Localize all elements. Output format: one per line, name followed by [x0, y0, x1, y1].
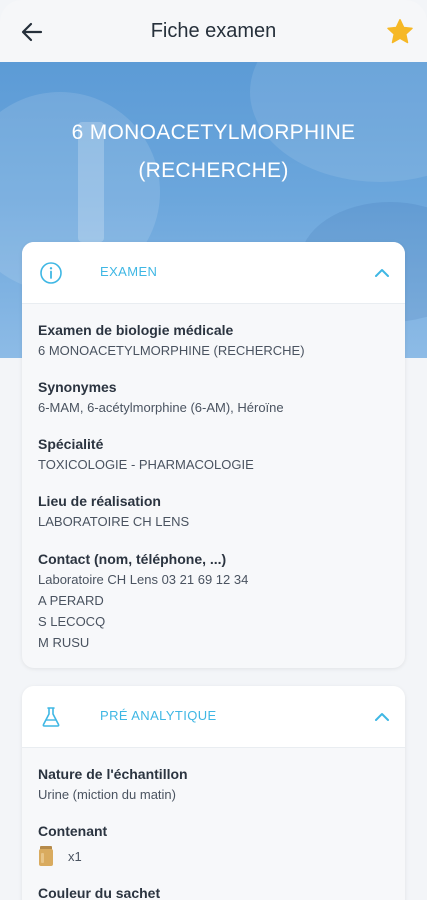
favorite-button[interactable]	[383, 15, 417, 49]
page-title: Fiche examen	[150, 19, 277, 42]
field-value: Laboratoire CH Lens 03 21 69 12 34	[38, 572, 249, 587]
pre-analytique-section-title: PRÉ ANALYTIQUE	[100, 708, 217, 723]
field-examen-biologie: Examen de biologie médicale 6 MONOACETYL…	[38, 322, 305, 361]
contenant-row: x1	[38, 845, 107, 867]
field-value: S LECOCQ	[38, 614, 106, 629]
field-nature: Nature de l'échantillon Urine (miction d…	[38, 766, 188, 805]
pre-analytique-card-header[interactable]: PRÉ ANALYTIQUE	[22, 686, 405, 748]
flask-icon	[42, 707, 60, 727]
field-label: Contact (nom, téléphone, ...)	[38, 551, 227, 567]
exam-title: 6 MONOACETYLMORPHINE (RECHERCHE)	[0, 114, 427, 190]
star-icon	[387, 19, 413, 44]
examen-card: EXAMEN Examen de biologie médicale 6 MON…	[22, 242, 405, 668]
field-label: Couleur du sachet	[38, 885, 161, 900]
field-label: Synonymes	[38, 379, 117, 395]
field-value: LABORATOIRE CH LENS	[38, 514, 190, 529]
field-label: Spécialité	[38, 436, 104, 452]
info-icon	[40, 262, 62, 284]
field-lieu: Lieu de réalisation LABORATOIRE CH LENS	[38, 493, 189, 532]
arrow-left-icon	[21, 22, 43, 42]
top-bar: Fiche examen	[0, 0, 427, 62]
field-value: M RUSU	[38, 635, 90, 650]
field-value: TOXICOLOGIE - PHARMACOLOGIE	[38, 457, 254, 472]
field-label: Lieu de réalisation	[38, 493, 161, 509]
field-value: Urine (miction du matin)	[38, 787, 176, 802]
examen-card-header[interactable]: EXAMEN	[22, 242, 405, 304]
field-value: x1	[68, 848, 82, 864]
field-specialite: Spécialité TOXICOLOGIE - PHARMACOLOGIE	[38, 436, 254, 475]
pre-analytique-card: PRÉ ANALYTIQUE Nature de l'échantillon U…	[22, 686, 405, 900]
field-couleur-sachet: Couleur du sachet	[38, 885, 160, 900]
field-synonymes: Synonymes 6-MAM, 6-acétylmorphine (6-AM)…	[38, 379, 284, 418]
field-value: A PERARD	[38, 593, 104, 608]
back-button[interactable]	[16, 16, 48, 48]
chevron-up-icon[interactable]	[373, 708, 391, 726]
field-label: Examen de biologie médicale	[38, 322, 234, 338]
exam-title-line2: (RECHERCHE)	[138, 159, 289, 182]
exam-title-line1: 6 MONOACETYLMORPHINE	[71, 121, 356, 144]
field-label: Contenant	[38, 823, 108, 839]
field-contenant: Contenant x1	[38, 823, 107, 867]
field-contact: Contact (nom, téléphone, ...) Laboratoir…	[38, 551, 248, 653]
examen-section-title: EXAMEN	[100, 264, 158, 279]
field-value: 6-MAM, 6-acétylmorphine (6-AM), Héroïne	[38, 400, 284, 415]
chevron-up-icon[interactable]	[373, 264, 391, 282]
field-label: Nature de l'échantillon	[38, 766, 188, 782]
container-icon	[39, 846, 53, 866]
field-value: 6 MONOACETYLMORPHINE (RECHERCHE)	[38, 343, 305, 358]
